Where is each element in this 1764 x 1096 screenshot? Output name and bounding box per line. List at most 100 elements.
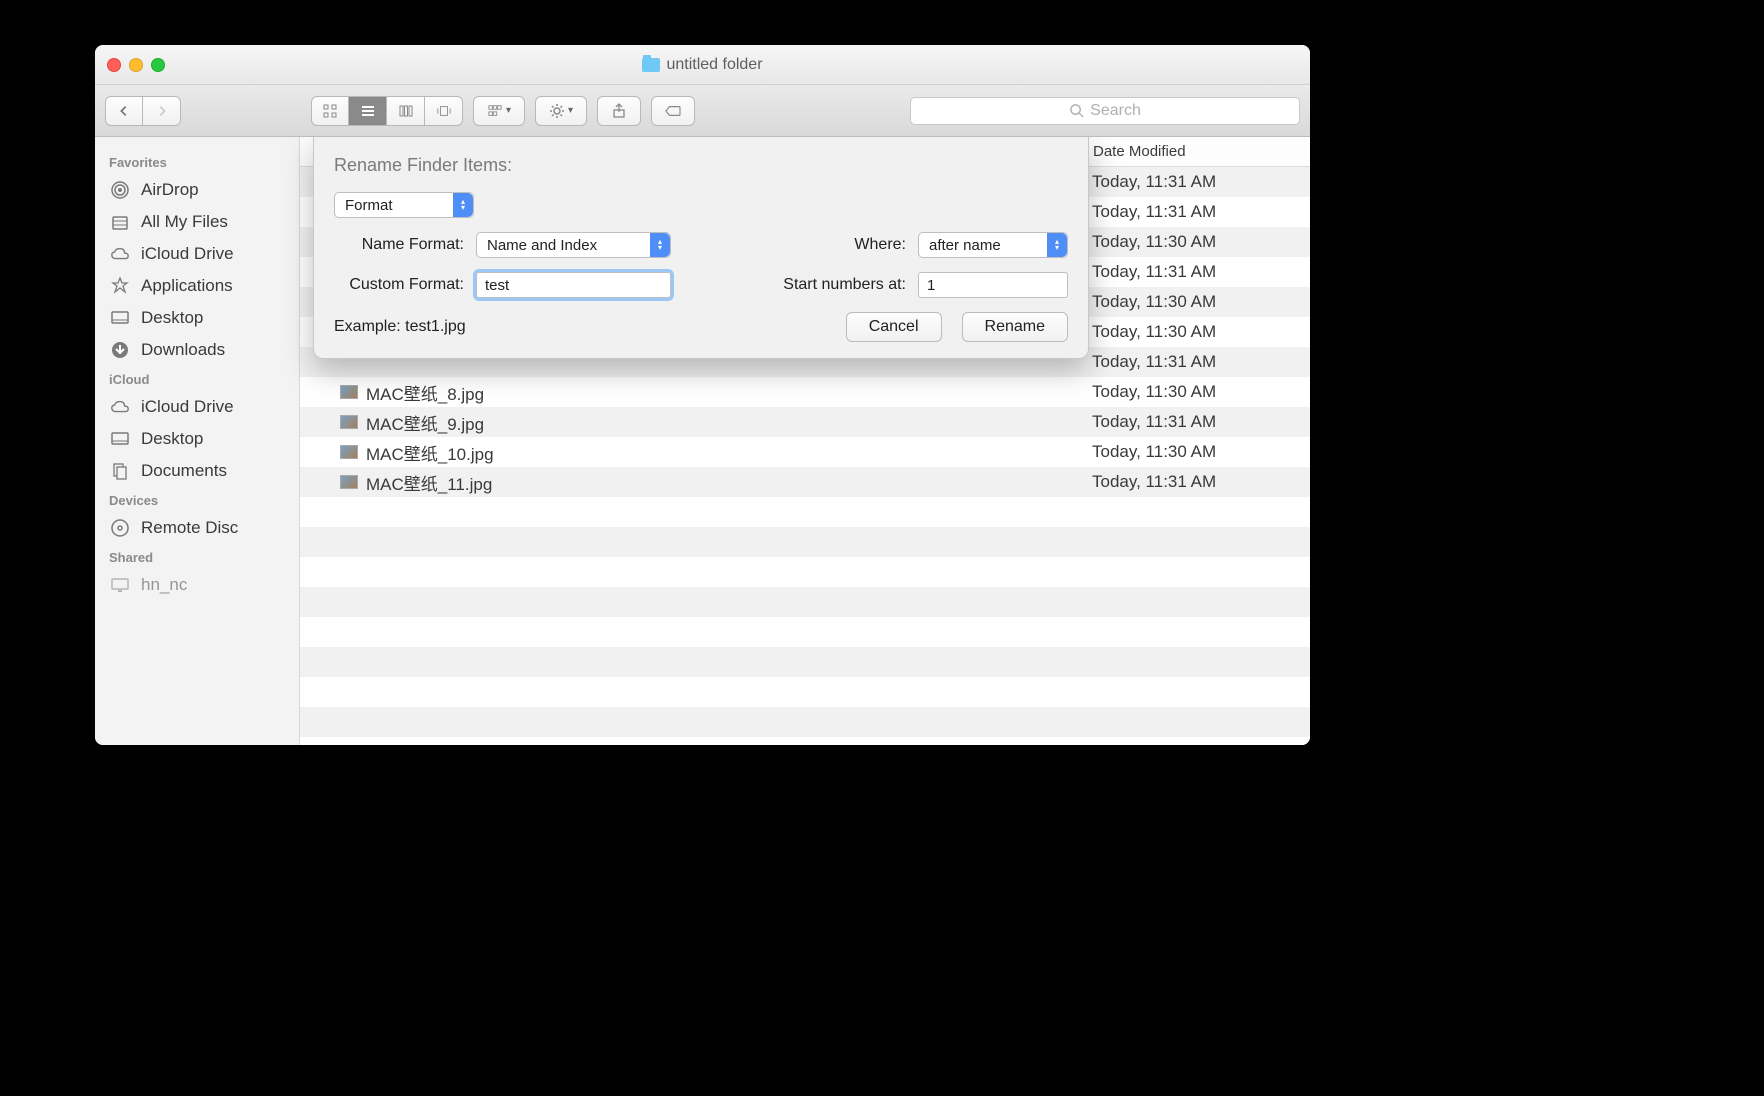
sidebar-item-desktop-2[interactable]: Desktop	[95, 423, 299, 455]
action-button[interactable]: ▾	[535, 96, 587, 126]
file-thumbnail-icon	[340, 385, 358, 399]
minimize-window-button[interactable]	[129, 58, 143, 72]
chevron-updown-icon: ▴▾	[1047, 233, 1067, 257]
rename-dialog: Rename Finder Items: Format ▴▾ Name Form…	[313, 137, 1089, 359]
folder-icon	[642, 58, 660, 72]
chevron-updown-icon: ▴▾	[453, 193, 473, 217]
toolbar: ▾ ▾ Search	[95, 85, 1310, 137]
icon-view-button[interactable]	[311, 96, 349, 126]
empty-row	[300, 647, 1310, 677]
mode-select[interactable]: Format ▴▾	[334, 192, 474, 218]
forward-button[interactable]	[143, 96, 181, 126]
sidebar-heading-devices: Devices	[95, 487, 299, 512]
empty-row	[300, 587, 1310, 617]
chevron-down-icon: ▾	[568, 105, 573, 116]
example-text: Example: test1.jpg	[334, 318, 466, 336]
sidebar-item-remote-disc[interactable]: Remote Disc	[95, 512, 299, 544]
sidebar-item-label: Desktop	[141, 429, 203, 449]
zoom-window-button[interactable]	[151, 58, 165, 72]
view-mode-buttons	[311, 96, 463, 126]
column-header-date[interactable]: Date Modified	[1080, 143, 1310, 160]
sidebar-item-applications[interactable]: Applications	[95, 270, 299, 302]
sidebar-item-label: iCloud Drive	[141, 244, 234, 264]
sidebar-item-shared-1[interactable]: hn_nc	[95, 569, 299, 601]
window-title: untitled folder	[95, 56, 1310, 74]
file-date: Today, 11:30 AM	[1080, 232, 1310, 252]
sidebar-item-documents[interactable]: Documents	[95, 455, 299, 487]
cloud-icon	[109, 244, 131, 264]
share-button[interactable]	[597, 96, 641, 126]
file-list-panel: Name Date Modified Today, 11:31 AMToday,…	[300, 137, 1310, 745]
file-name: MAC壁纸_8.jpg	[366, 380, 484, 405]
list-view-button[interactable]	[349, 96, 387, 126]
sidebar-item-icloud-drive[interactable]: iCloud Drive	[95, 238, 299, 270]
file-date: Today, 11:31 AM	[1080, 412, 1310, 432]
file-thumbnail-icon	[340, 445, 358, 459]
traffic-lights	[107, 58, 165, 72]
back-button[interactable]	[105, 96, 143, 126]
custom-format-input[interactable]: test	[476, 272, 671, 298]
file-row[interactable]: MAC壁纸_8.jpg Today, 11:30 AM	[300, 377, 1310, 407]
input-value: test	[485, 277, 509, 294]
file-date: Today, 11:30 AM	[1080, 322, 1310, 342]
select-value: Name and Index	[487, 237, 597, 254]
coverflow-view-button[interactable]	[425, 96, 463, 126]
sidebar-item-label: Applications	[141, 276, 233, 296]
titlebar: untitled folder	[95, 45, 1310, 85]
sidebar-item-desktop[interactable]: Desktop	[95, 302, 299, 334]
all-my-files-icon	[109, 212, 131, 232]
close-window-button[interactable]	[107, 58, 121, 72]
file-date: Today, 11:31 AM	[1080, 472, 1310, 492]
search-placeholder: Search	[1090, 102, 1141, 120]
empty-row	[300, 557, 1310, 587]
name-format-label: Name Format:	[334, 236, 464, 254]
chevron-down-icon: ▾	[506, 105, 511, 116]
sidebar-item-airdrop[interactable]: AirDrop	[95, 174, 299, 206]
start-numbers-input[interactable]: 1	[918, 272, 1068, 298]
sidebar-item-label: iCloud Drive	[141, 397, 234, 417]
empty-row	[300, 527, 1310, 557]
sidebar-item-label: Downloads	[141, 340, 225, 360]
file-date: Today, 11:31 AM	[1080, 172, 1310, 192]
desktop-icon	[109, 429, 131, 449]
select-value: after name	[929, 237, 1001, 254]
nav-buttons	[105, 96, 181, 126]
cancel-button[interactable]: Cancel	[846, 312, 942, 342]
select-value: Format	[345, 197, 393, 214]
sidebar-item-icloud-drive-2[interactable]: iCloud Drive	[95, 391, 299, 423]
file-row[interactable]: MAC壁纸_10.jpgToday, 11:30 AM	[300, 437, 1310, 467]
finder-window: untitled folder	[95, 45, 1310, 745]
arrange-button[interactable]: ▾	[473, 96, 525, 126]
rename-button[interactable]: Rename	[962, 312, 1068, 342]
chevron-updown-icon: ▴▾	[650, 233, 670, 257]
file-thumbnail-icon	[340, 415, 358, 429]
sidebar-heading-shared: Shared	[95, 544, 299, 569]
where-label: Where:	[854, 236, 906, 254]
input-value: 1	[927, 277, 935, 294]
empty-row	[300, 707, 1310, 737]
sidebar-item-downloads[interactable]: Downloads	[95, 334, 299, 366]
name-format-select[interactable]: Name and Index ▴▾	[476, 232, 671, 258]
file-date: Today, 11:31 AM	[1080, 262, 1310, 282]
sidebar-item-label: Desktop	[141, 308, 203, 328]
search-input[interactable]: Search	[910, 97, 1300, 125]
custom-format-label: Custom Format:	[334, 276, 464, 294]
sidebar-item-label: AirDrop	[141, 180, 199, 200]
cloud-icon	[109, 397, 131, 417]
tags-button[interactable]	[651, 96, 695, 126]
file-thumbnail-icon	[340, 475, 358, 489]
applications-icon	[109, 276, 131, 296]
column-view-button[interactable]	[387, 96, 425, 126]
desktop-icon	[109, 308, 131, 328]
window-title-text: untitled folder	[666, 56, 762, 74]
sidebar: Favorites AirDrop All My Files iCloud Dr…	[95, 137, 300, 745]
sidebar-item-label: Documents	[141, 461, 227, 481]
sidebar-item-all-my-files[interactable]: All My Files	[95, 206, 299, 238]
file-date: Today, 11:30 AM	[1080, 382, 1310, 402]
display-icon	[109, 575, 131, 595]
dialog-title: Rename Finder Items:	[334, 155, 1068, 176]
start-numbers-label: Start numbers at:	[783, 276, 906, 294]
file-row[interactable]: MAC壁纸_9.jpgToday, 11:31 AM	[300, 407, 1310, 437]
where-select[interactable]: after name ▴▾	[918, 232, 1068, 258]
file-row[interactable]: MAC壁纸_11.jpgToday, 11:31 AM	[300, 467, 1310, 497]
